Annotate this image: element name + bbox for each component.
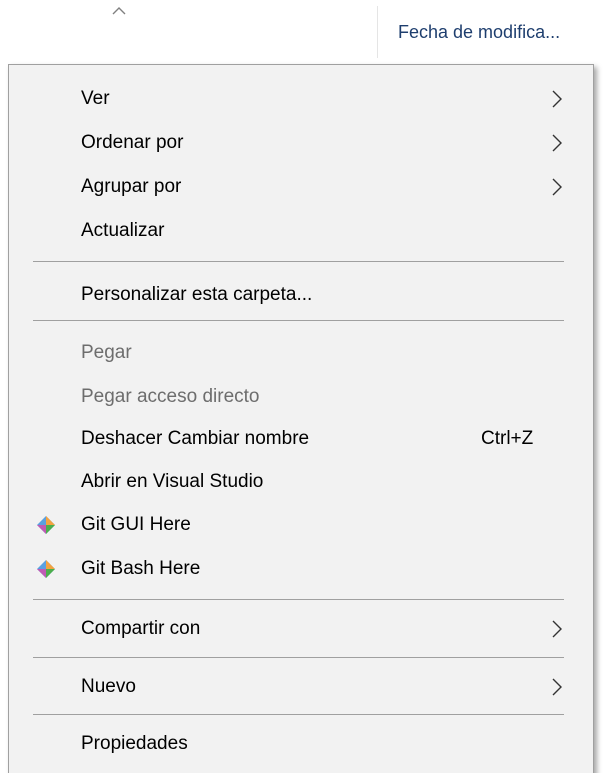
menu-item-label: Ver — [81, 88, 110, 109]
menu-item-nuevo[interactable]: Nuevo — [9, 665, 593, 709]
menu-item-compartir-con[interactable]: Compartir con — [9, 607, 593, 651]
menu-item-label: Propiedades — [81, 733, 188, 754]
menu-separator — [33, 714, 564, 715]
menu-item-actualizar[interactable]: Actualizar — [9, 209, 593, 253]
menu-item-agrupar-por[interactable]: Agrupar por — [9, 165, 593, 209]
context-menu: Ver Ordenar por Agrupar por Actualizar P… — [8, 64, 594, 773]
menu-item-label: Pegar — [81, 342, 132, 363]
git-icon — [37, 560, 55, 578]
menu-item-personalizar-carpeta[interactable]: Personalizar esta carpeta... — [9, 273, 593, 317]
menu-separator — [33, 599, 564, 600]
menu-item-label: Abrir en Visual Studio — [81, 471, 264, 492]
chevron-right-icon — [552, 178, 562, 196]
menu-item-ordenar-por[interactable]: Ordenar por — [9, 121, 593, 165]
column-header-bar: Fecha de modifica... — [0, 0, 608, 62]
menu-item-label: Ordenar por — [81, 132, 184, 153]
date-modified-column-header[interactable]: Fecha de modifica... — [398, 22, 560, 43]
menu-item-abrir-visual-studio[interactable]: Abrir en Visual Studio — [9, 460, 593, 504]
menu-item-label: Git Bash Here — [81, 558, 201, 579]
menu-item-label: Personalizar esta carpeta... — [81, 284, 313, 305]
menu-item-git-bash-here[interactable]: Git Bash Here — [9, 547, 593, 591]
menu-separator — [33, 320, 564, 321]
menu-item-pegar: Pegar — [9, 331, 593, 375]
menu-item-shortcut: Ctrl+Z — [481, 428, 534, 449]
chevron-right-icon — [552, 620, 562, 638]
menu-item-deshacer-cambiar-nombre[interactable]: Deshacer Cambiar nombre Ctrl+Z — [9, 417, 593, 461]
column-divider[interactable] — [377, 6, 378, 58]
menu-item-label: Compartir con — [81, 618, 201, 639]
chevron-up-icon[interactable] — [110, 4, 128, 16]
menu-item-label: Nuevo — [81, 676, 136, 697]
menu-item-ver[interactable]: Ver — [9, 77, 593, 121]
menu-separator — [33, 657, 564, 658]
menu-item-propiedades[interactable]: Propiedades — [9, 722, 593, 766]
menu-item-label: Actualizar — [81, 220, 165, 241]
menu-item-label: Pegar acceso directo — [81, 386, 260, 407]
menu-item-label: Git GUI Here — [81, 514, 191, 535]
chevron-right-icon — [552, 678, 562, 696]
menu-item-label: Agrupar por — [81, 176, 182, 197]
menu-item-pegar-acceso-directo: Pegar acceso directo — [9, 375, 593, 419]
chevron-right-icon — [552, 90, 562, 108]
chevron-right-icon — [552, 134, 562, 152]
git-icon — [37, 516, 55, 534]
menu-separator — [33, 261, 564, 262]
menu-item-label: Deshacer Cambiar nombre — [81, 428, 310, 449]
menu-item-git-gui-here[interactable]: Git GUI Here — [9, 503, 593, 547]
explorer-window: Fecha de modifica... Ver Ordenar por Agr… — [0, 0, 608, 773]
